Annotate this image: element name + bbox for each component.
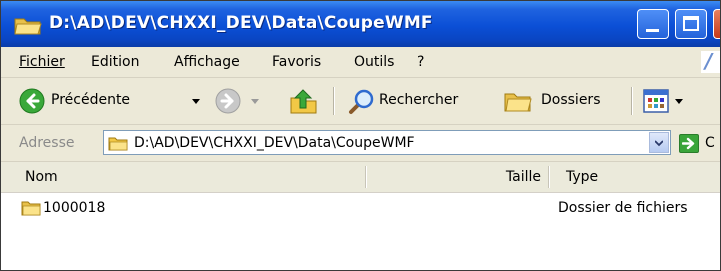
back-dropdown-icon[interactable] [192, 99, 200, 104]
windows-logo-icon: / [701, 49, 720, 73]
forward-dropdown-icon[interactable] [251, 99, 259, 104]
address-bar: Adresse D:\AD\DEV\CHXXI_DEV\Data\CoupeWM… [1, 125, 720, 162]
maximize-icon [683, 16, 699, 31]
address-label: Adresse [19, 135, 75, 151]
menu-favoris[interactable]: Favoris [272, 54, 321, 70]
address-input[interactable]: D:\AD\DEV\CHXXI_DEV\Data\CoupeWMF [134, 135, 415, 151]
search-icon [349, 89, 374, 114]
go-arrow-icon [682, 137, 695, 150]
go-button[interactable] [679, 134, 699, 153]
up-folder-icon [290, 89, 317, 114]
forward-button[interactable] [207, 78, 277, 124]
file-list: 1000018 Dossier de fichiers [1, 193, 720, 270]
chevron-down-icon [655, 140, 663, 147]
minimize-button[interactable] [637, 9, 669, 39]
menu-outils-label: Outils [354, 54, 395, 70]
search-label: Rechercher [379, 92, 459, 108]
menu-edition[interactable]: Edition [91, 54, 139, 70]
go-label: C [705, 135, 715, 151]
title-bar[interactable]: D:\AD\DEV\CHXXI_DEV\Data\CoupeWMF [1, 1, 720, 47]
close-button[interactable] [713, 9, 720, 39]
column-header-type[interactable]: Type [550, 162, 720, 192]
column-type-label: Type [566, 169, 599, 185]
folder-icon [21, 201, 41, 216]
column-name-label: Nom [25, 169, 58, 185]
menu-edition-label: Edition [91, 54, 140, 70]
file-type: Dossier de fichiers [558, 200, 688, 216]
column-header-size[interactable]: Taille [367, 162, 547, 192]
column-size-label: Taille [505, 169, 541, 185]
folder-icon [14, 18, 42, 35]
back-arrow-icon [19, 88, 45, 114]
folders-button[interactable]: Dossiers [497, 78, 627, 124]
menu-bar: Fichier Edition Affichage Favoris Outils… [1, 47, 720, 78]
menu-favoris-label: Favoris [272, 54, 322, 70]
forward-arrow-icon [215, 88, 241, 114]
list-item[interactable]: 1000018 Dossier de fichiers [1, 193, 720, 221]
folder-icon [108, 137, 128, 151]
minimize-icon [646, 29, 659, 32]
column-header-row: Nom Taille Type [1, 162, 720, 193]
file-name: 1000018 [43, 200, 106, 216]
toolbar-separator [333, 87, 335, 115]
menu-outils[interactable]: Outils [354, 54, 394, 70]
window-title: D:\AD\DEV\CHXXI_DEV\Data\CoupeWMF [49, 13, 433, 33]
menu-help-label: ? [417, 54, 425, 70]
search-button[interactable]: Rechercher [341, 78, 491, 124]
explorer-window: D:\AD\DEV\CHXXI_DEV\Data\CoupeWMF Fichie… [0, 0, 721, 271]
menu-affichage[interactable]: Affichage [174, 54, 240, 70]
views-button[interactable] [639, 78, 701, 124]
menu-fichier[interactable]: Fichier [19, 54, 65, 70]
views-dropdown-icon[interactable] [675, 99, 683, 104]
folders-label: Dossiers [541, 92, 601, 108]
toolbar: Précédente Rechercher Dossiers [1, 78, 720, 125]
column-header-name[interactable]: Nom [1, 162, 365, 192]
folders-icon [504, 93, 532, 112]
menu-affichage-label: Affichage [174, 54, 240, 70]
up-folder-button[interactable] [283, 78, 327, 124]
address-field[interactable]: D:\AD\DEV\CHXXI_DEV\Data\CoupeWMF [103, 130, 671, 155]
maximize-button[interactable] [675, 9, 707, 39]
menu-help[interactable]: ? [417, 54, 424, 70]
back-button[interactable]: Précédente [9, 78, 209, 124]
back-label: Précédente [51, 92, 131, 108]
toolbar-separator [631, 87, 633, 115]
views-icon [643, 89, 669, 113]
address-dropdown-button[interactable] [649, 132, 669, 153]
menu-fichier-label: Fichier [19, 54, 65, 70]
